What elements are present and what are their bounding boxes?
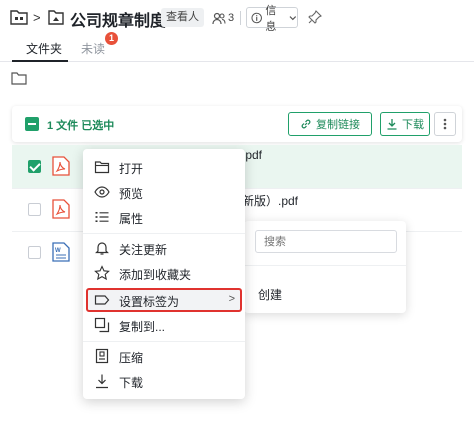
selection-count: 1 文件 已选中 [47, 120, 115, 132]
menu-item-favorite[interactable]: 添加到收藏夹 [83, 262, 245, 284]
bell-icon [95, 242, 109, 255]
unread-count-badge: 1 [105, 32, 118, 45]
menu-item-label: 打开 [119, 162, 144, 176]
menu-item-label: 设置标签为 [119, 295, 180, 309]
header-divider [240, 11, 241, 25]
page-title: 公司规章制度 [70, 13, 167, 30]
folder-icon[interactable] [11, 71, 27, 85]
chevron-right-icon: > [228, 293, 235, 305]
menu-divider [83, 233, 245, 234]
more-options-button[interactable] [434, 112, 456, 136]
users-icon [212, 12, 226, 25]
download-icon [387, 119, 397, 130]
copy-link-button[interactable]: 复制链接 [288, 112, 372, 136]
active-tab-indicator [12, 60, 68, 62]
file-checkbox[interactable] [28, 203, 41, 216]
more-vertical-icon [443, 118, 447, 130]
file-name[interactable]: 新版）.pdf [242, 192, 298, 209]
tag-submenu: 创建 [244, 221, 406, 313]
shared-folder-icon [48, 10, 64, 25]
file-checkbox[interactable] [28, 246, 41, 259]
list-icon [95, 212, 109, 222]
star-icon [94, 265, 110, 281]
tag-icon [94, 295, 110, 305]
menu-item-follow[interactable]: 关注更新 [83, 237, 245, 259]
menu-item-copy-to[interactable]: 复制到... [83, 314, 245, 336]
pin-icon[interactable] [308, 10, 322, 24]
menu-item-preview[interactable]: 预览 [83, 181, 245, 203]
menu-item-label: 添加到收藏夹 [119, 268, 192, 282]
info-dropdown[interactable]: 信息 [246, 5, 298, 33]
file-name[interactable]: .pdf [242, 148, 262, 162]
tab-bar: 文件夹 未读 [0, 36, 474, 62]
pdf-file-icon [52, 156, 70, 176]
chevron-down-icon [289, 15, 297, 20]
word-file-icon: W [52, 242, 70, 262]
info-label: 信息 [265, 4, 277, 33]
eye-icon [94, 186, 110, 198]
download-icon [96, 374, 108, 389]
tab-folder[interactable]: 文件夹 [26, 40, 62, 57]
header: > 公司规章制度 查看人 3 信息 [0, 0, 474, 36]
folder-open-icon [94, 161, 110, 174]
menu-item-set-tag[interactable]: 设置标签为 > [83, 289, 245, 311]
create-tag-item[interactable]: 创建 [258, 286, 282, 303]
menu-item-label: 预览 [119, 187, 144, 201]
role-badge: 查看人 [161, 8, 204, 27]
members-button[interactable]: 3 [212, 10, 234, 26]
context-menu: 打开 预览 属性 关注更新 添加到收藏夹 设置标签为 > 复制到... 压缩 下… [83, 149, 245, 399]
menu-item-open[interactable]: 打开 [83, 156, 245, 178]
menu-item-label: 下载 [119, 376, 144, 390]
pdf-file-icon [52, 199, 70, 219]
menu-item-label: 属性 [119, 212, 144, 226]
menu-item-label: 复制到... [119, 320, 166, 334]
menu-divider [83, 341, 245, 342]
info-icon [251, 12, 262, 23]
archive-icon [95, 348, 109, 364]
menu-item-label: 关注更新 [119, 243, 168, 257]
menu-item-label: 压缩 [119, 351, 144, 365]
copy-link-label: 复制链接 [316, 119, 360, 131]
menu-item-properties[interactable]: 属性 [83, 206, 245, 228]
link-icon [301, 119, 311, 129]
submenu-divider [244, 265, 406, 266]
member-count: 3 [228, 12, 235, 24]
folder-tree-icon[interactable] [10, 9, 28, 25]
deselect-all-checkbox[interactable] [25, 117, 39, 131]
svg-text:W: W [55, 248, 61, 254]
file-checkbox[interactable] [28, 160, 41, 173]
tag-search-input[interactable] [255, 230, 397, 253]
menu-item-compress[interactable]: 压缩 [83, 345, 245, 367]
download-label: 下载 [402, 119, 424, 131]
menu-item-download[interactable]: 下载 [83, 370, 245, 392]
selection-bar: 1 文件 已选中 复制链接 下载 [12, 106, 462, 142]
download-button[interactable]: 下载 [380, 112, 430, 136]
breadcrumb-chevron-icon: > [33, 10, 41, 25]
tab-unread[interactable]: 未读 [81, 40, 105, 57]
copy-icon [94, 317, 110, 333]
